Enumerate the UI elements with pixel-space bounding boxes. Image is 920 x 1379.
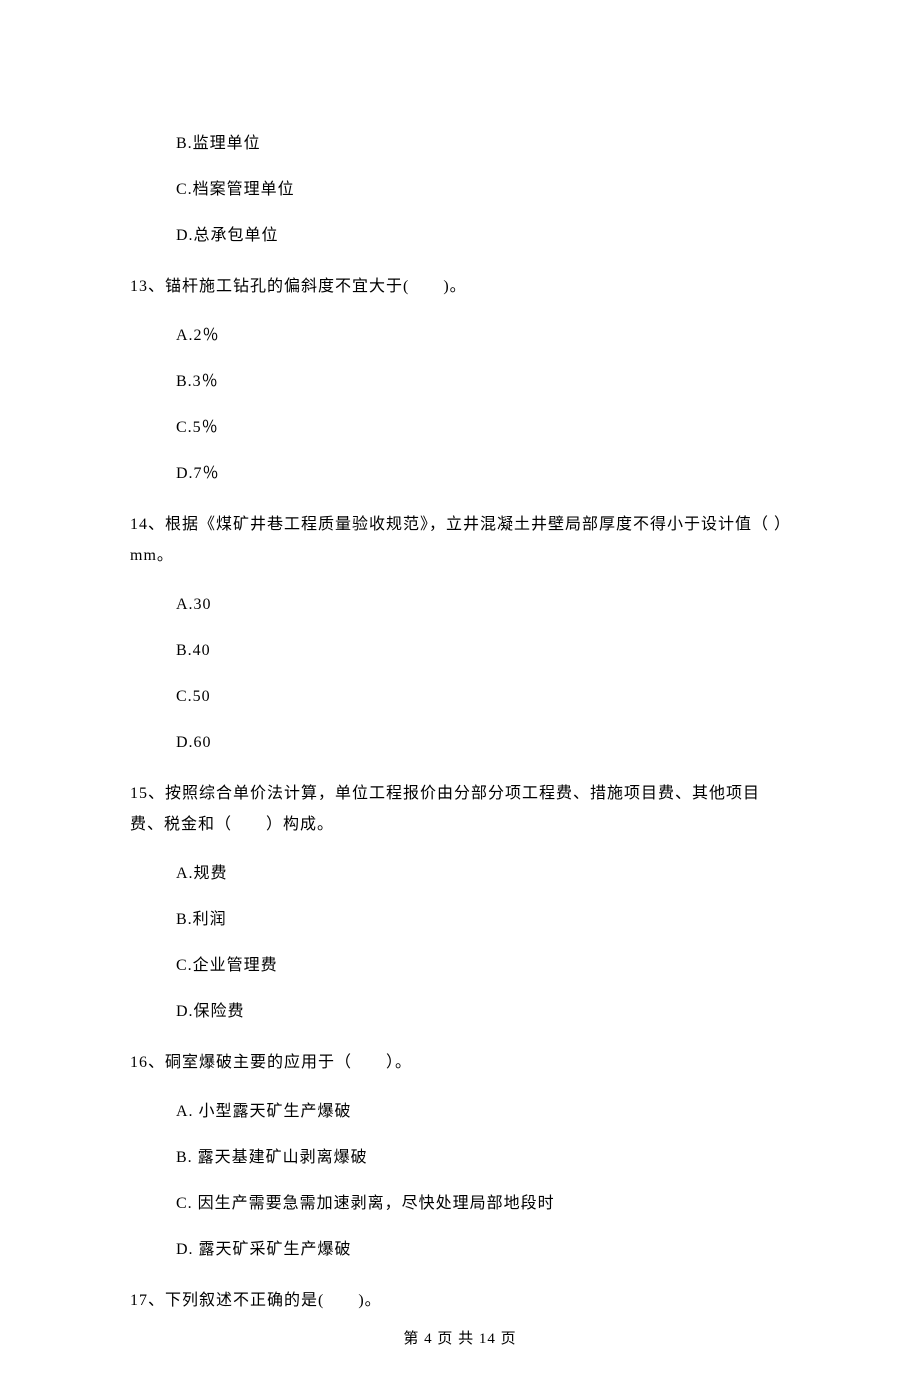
q13-option-b: B.3％ (176, 370, 790, 394)
q16-option-c: C. 因生产需要急需加速剥离，尽快处理局部地段时 (176, 1192, 790, 1216)
q14-stem: 14、根据《煤矿井巷工程质量验收规范》，立井混凝土井壁局部厚度不得小于设计值（ … (130, 510, 790, 571)
q14-option-a: A.30 (176, 593, 790, 617)
q14-option-c: C.50 (176, 685, 790, 709)
q15-stem: 15、按照综合单价法计算，单位工程报价由分部分项工程费、措施项目费、其他项目费、… (130, 779, 790, 840)
q15-option-b: B.利润 (176, 908, 790, 932)
document-page: B.监理单位 C.档案管理单位 D.总承包单位 13、锚杆施工钻孔的偏斜度不宜大… (0, 0, 920, 1379)
q14-option-d: D.60 (176, 731, 790, 755)
q13-option-a: A.2％ (176, 324, 790, 348)
q13-option-d: D.7％ (176, 462, 790, 486)
q13-option-c: C.5％ (176, 416, 790, 440)
q16-stem: 16、硐室爆破主要的应用于（ ）。 (130, 1048, 790, 1078)
page-footer: 第 4 页 共 14 页 (0, 1328, 920, 1351)
q12-option-c: C.档案管理单位 (176, 178, 790, 202)
q15-option-d: D.保险费 (176, 1000, 790, 1024)
q15-option-a: A.规费 (176, 862, 790, 886)
q12-option-d: D.总承包单位 (176, 224, 790, 248)
q14-option-b: B.40 (176, 639, 790, 663)
q13-stem: 13、锚杆施工钻孔的偏斜度不宜大于( )。 (130, 272, 790, 302)
q16-option-d: D. 露天矿采矿生产爆破 (176, 1238, 790, 1262)
q16-option-b: B. 露天基建矿山剥离爆破 (176, 1146, 790, 1170)
q12-option-b: B.监理单位 (176, 132, 790, 156)
q15-option-c: C.企业管理费 (176, 954, 790, 978)
q16-option-a: A. 小型露天矿生产爆破 (176, 1100, 790, 1124)
